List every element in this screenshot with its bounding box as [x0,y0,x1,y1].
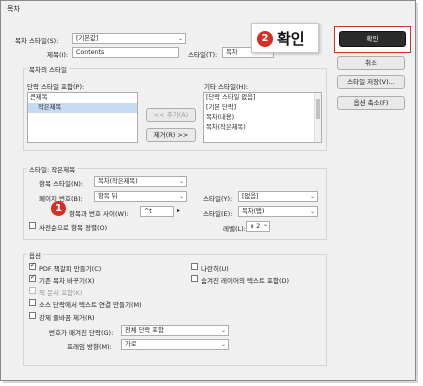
between-style-value: 목차(탭) [242,208,265,215]
dialog-title: 목차 [7,5,20,13]
title-style-value: 목차 [226,49,238,56]
page-number-style-value: [없음] [242,193,259,200]
chevron-down-icon: ⌄ [220,327,226,334]
other-styles-list[interactable]: [단락 스타일 없음] [기본 단락] 목차(내용) 목차(작은제목) [203,92,322,143]
title-input[interactable]: Contents [72,47,179,58]
toc-style-select[interactable]: [기본값] ⌄ [72,33,186,44]
sort-checkbox[interactable] [29,222,36,229]
pdf-bookmarks-label: PDF 책갈피 만들기(C) [39,265,102,273]
cancel-button[interactable]: 취소 [337,56,405,70]
level-label: 레벨(L): [223,225,246,233]
run-in-label: 나란히(U) [201,265,229,273]
add-style-button[interactable]: << 추가(A) [146,108,196,122]
include-styles-list[interactable]: 큰제목 작은제목 [27,92,138,143]
chevron-down-icon[interactable]: ⌄ [263,221,268,228]
book-doc-label: 책 문서 포함(K) [39,289,83,297]
replace-toc-label: 기존 목차 바꾸기(X) [39,277,95,285]
toc-styles-title: 목차의 스타일 [27,64,69,74]
remove-breaks-label: 강제 줄바꿈 제거(R) [39,314,95,322]
entry-style-value: 목차(작은제목) [98,178,138,185]
ok-button[interactable]: 확인 [339,31,406,47]
level-value: 2 [256,223,261,230]
triangle-right-icon[interactable]: ▸ [177,207,180,214]
between-label: 항목과 번호 사이(W): [69,210,129,218]
numbered-label: 번호가 매겨진 단락(G): [49,329,114,337]
list-item[interactable]: [기본 단락] [204,103,321,113]
page-number-style-label: 스타일(Y): [203,195,233,203]
list-item[interactable]: 목차(작은제목) [204,123,321,133]
remove-breaks-checkbox[interactable] [29,312,36,319]
chevron-down-icon: ⌄ [309,193,315,200]
title-bar: 목차 [1,1,415,17]
save-style-button[interactable]: 스타일 저장(V)... [337,75,405,89]
pdf-bookmarks-checkbox[interactable] [29,261,36,270]
chevron-down-icon: ⌄ [178,193,184,200]
make-links-label: 소스 단락에서 텍스트 연결 만들기(M) [39,301,142,309]
between-style-select[interactable]: 목차(탭) ⌄ [238,206,318,217]
spinner-icon[interactable]: ⬍ [250,224,254,230]
hidden-layers-label: 숨겨진 레이어의 텍스트 포함(D) [201,277,290,285]
options-title: 옵션 [27,250,43,260]
list-item[interactable]: 큰제목 [28,93,137,103]
hidden-layers-checkbox[interactable] [191,275,198,282]
other-styles-label: 기타 스타일(H): [204,83,249,91]
toc-dialog: 목차 목차 스타일(S): [기본값] ⌄ 제목(I): Contents 스타일… [0,0,416,381]
frame-direction-value: 가로 [125,341,137,348]
page-number-value: 항목 뒤 [98,193,118,200]
scrollbar-thumb[interactable] [316,99,320,119]
toc-style-label: 목차 스타일(S): [15,37,59,45]
style-detail-title: 스타일: 작은제목 [27,164,78,174]
scrollbar[interactable] [314,93,321,142]
callout-2-box: 2 확인 [251,23,319,53]
title-style-label: 스타일(T): [188,51,218,59]
remove-style-button[interactable]: 제거(R) >> [146,128,196,142]
fewer-options-button[interactable]: 옵션 축소(F) [337,96,405,110]
sort-label: 사전순으로 항목 정렬(O) [39,224,108,232]
between-input[interactable]: ^t [140,206,174,217]
title-label: 제목(I): [47,51,69,59]
callout-2-badge: 2 [257,31,273,47]
list-item-selected[interactable]: 작은제목 [28,103,137,113]
list-item[interactable]: [단락 스타일 없음] [204,93,321,103]
frame-direction-select[interactable]: 가로 ⌄ [121,339,229,350]
frame-direction-label: 프레임 방향(M): [67,343,112,351]
chevron-down-icon: ⌄ [178,178,184,185]
chevron-down-icon: ⌄ [177,35,183,42]
numbered-select[interactable]: 전체 단락 포함 ⌄ [121,325,229,336]
chevron-down-icon: ⌄ [220,341,226,348]
callout-1-badge: 1 [51,201,66,216]
run-in-checkbox[interactable] [191,263,198,270]
between-style-label: 스타일(E): [203,210,233,218]
numbered-value: 전체 단락 포함 [125,327,164,334]
entry-style-select[interactable]: 목차(작은제목) ⌄ [94,176,187,187]
replace-toc-checkbox[interactable] [29,273,36,282]
callout-2-text: 확인 [277,30,305,48]
entry-style-label: 항목 스타일(N): [39,180,84,188]
page-number-select[interactable]: 항목 뒤 ⌄ [94,191,187,202]
chevron-down-icon: ⌄ [309,208,315,215]
book-doc-checkbox[interactable] [29,287,36,294]
toc-style-value: [기본값] [76,35,99,42]
page-number-style-select[interactable]: [없음] ⌄ [238,191,318,202]
make-links-checkbox[interactable] [29,299,36,306]
list-item[interactable]: 목차(내용) [204,113,321,123]
include-styles-label: 단락 스타일 포함(P): [27,83,85,91]
